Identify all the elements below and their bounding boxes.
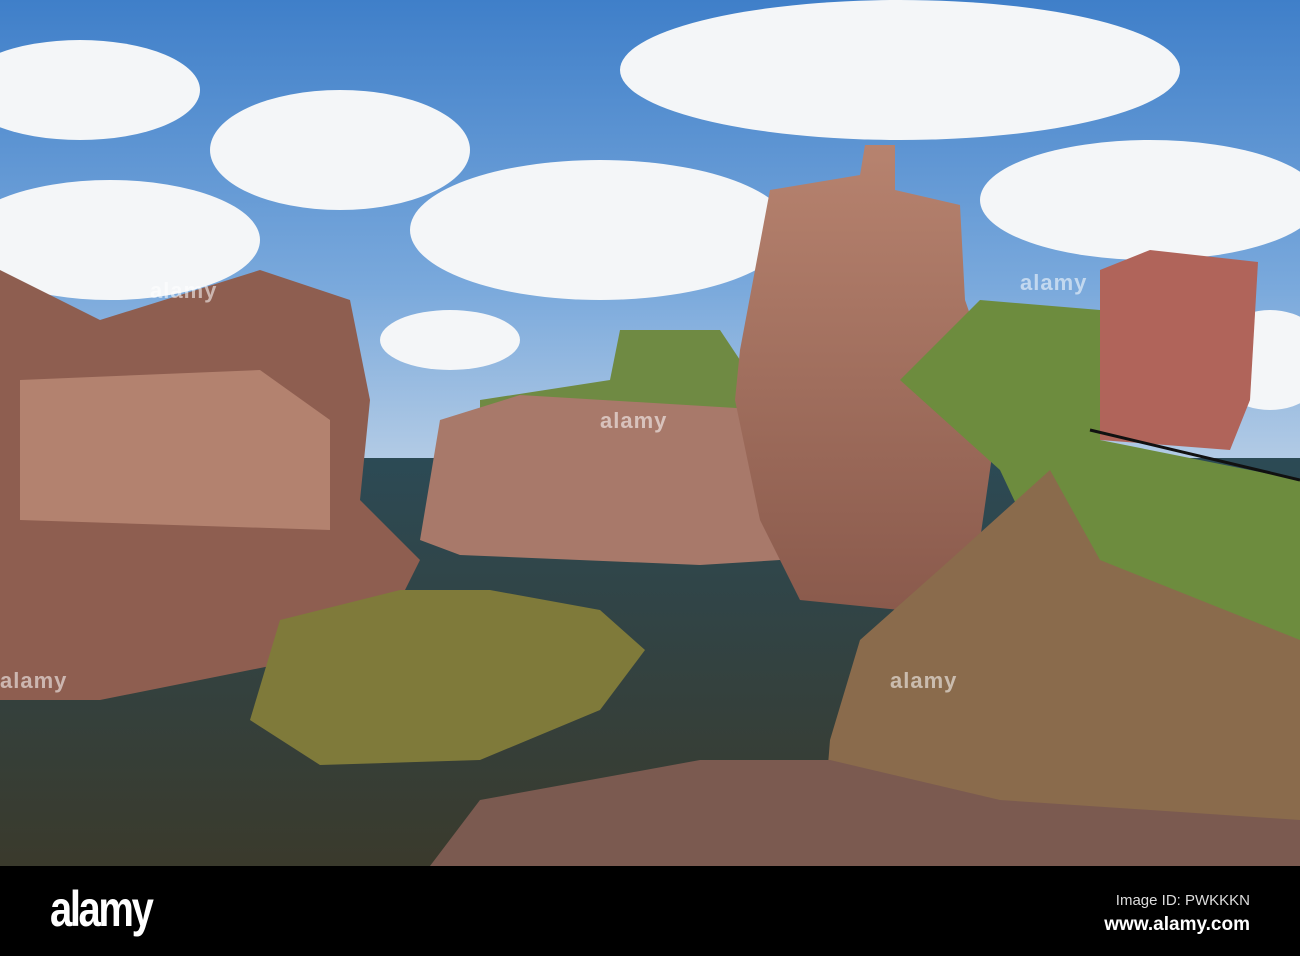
watermark: alamy bbox=[1020, 270, 1088, 295]
footer-bar: alamy Image ID: PWKKKN www.alamy.com bbox=[0, 866, 1300, 956]
watermark: alamy bbox=[890, 668, 958, 693]
left-ruin-wall bbox=[20, 370, 330, 530]
website-link[interactable]: www.alamy.com bbox=[1104, 914, 1250, 936]
watermark: alamy bbox=[150, 278, 218, 303]
right-tower bbox=[1100, 250, 1258, 450]
image-id: Image ID: PWKKKN bbox=[1115, 892, 1250, 909]
watermark: alamy bbox=[0, 668, 68, 693]
watermark: alamy bbox=[600, 408, 668, 433]
alamy-logo: alamy bbox=[50, 881, 154, 937]
